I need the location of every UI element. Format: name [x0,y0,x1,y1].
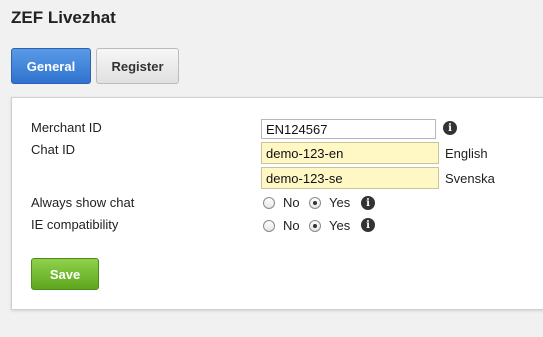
ie-compatibility-yes-label: Yes [329,218,351,233]
chat-id-language-english: English [445,146,488,161]
ie-compatibility-info-icon[interactable]: i [361,218,375,232]
ie-compatibility-no-label: No [283,218,300,233]
always-show-chat-info-icon[interactable]: i [361,196,375,210]
chat-id-language-svenska: Svenska [445,171,495,186]
tab-general[interactable]: General [11,48,91,84]
tab-register[interactable]: Register [96,48,179,84]
merchant-id-label: Merchant ID [31,120,102,135]
merchant-id-input[interactable] [261,119,436,139]
ie-compatibility-label: IE compatibility [31,217,119,232]
merchant-id-info-icon[interactable]: i [443,121,457,135]
chat-id-input-svenska[interactable] [261,167,439,189]
save-button[interactable]: Save [31,258,99,290]
page-title: ZEF Livezhat [11,8,116,27]
ie-compatibility-no-radio[interactable] [263,220,275,232]
always-show-chat-no-radio[interactable] [263,197,275,209]
always-show-chat-label: Always show chat [31,195,135,210]
ie-compatibility-yes-radio[interactable] [309,220,321,232]
chat-id-input-english[interactable] [261,142,439,164]
always-show-chat-yes-label: Yes [329,195,351,210]
always-show-chat-no-label: No [283,195,300,210]
chat-id-label: Chat ID [31,142,76,157]
always-show-chat-yes-radio[interactable] [309,197,321,209]
